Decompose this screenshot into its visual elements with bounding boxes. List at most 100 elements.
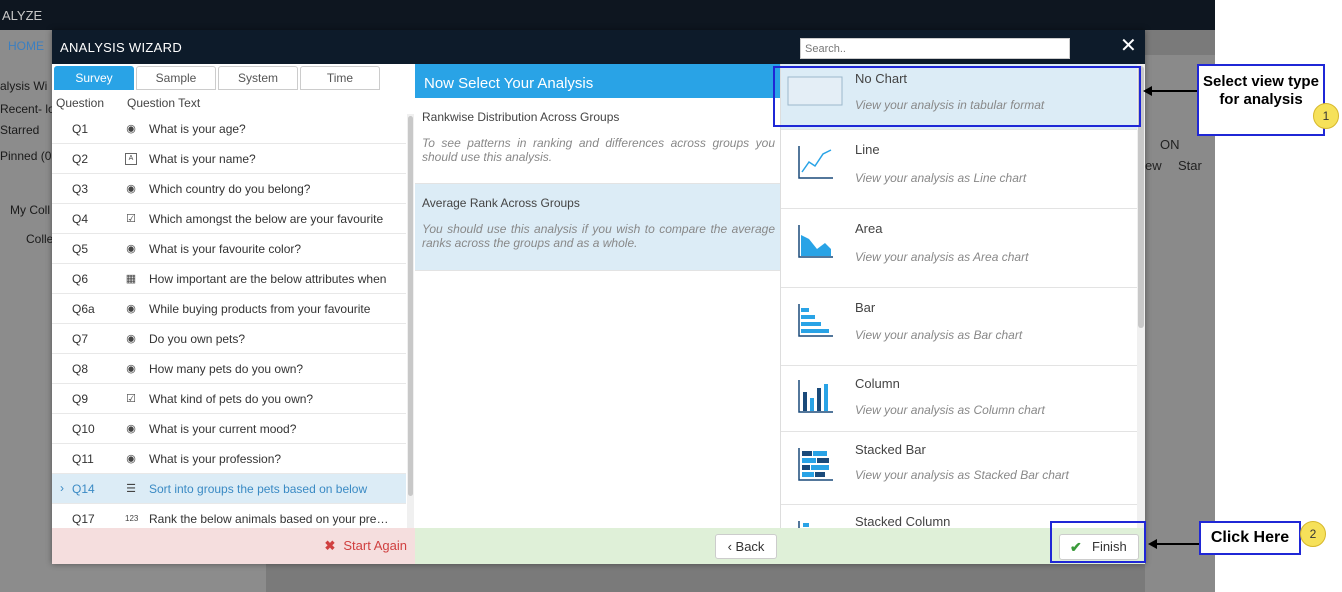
analysis-panel: Now Select Your Analysis Rankwise Distri… (415, 64, 780, 528)
view-type-bar[interactable]: Bar View your analysis as Bar chart (781, 288, 1137, 366)
view-type-line[interactable]: Line View your analysis as Line chart (781, 130, 1137, 209)
view-type-scrollbar[interactable] (1137, 64, 1145, 528)
sidebar-starred[interactable]: Starred (0, 123, 39, 137)
question-row-q6[interactable]: Q6 ▦ How important are the below attribu… (52, 264, 406, 294)
tab-survey[interactable]: Survey (54, 66, 134, 90)
view-type-area[interactable]: Area View your analysis as Area chart (781, 209, 1137, 288)
sidebar-pinned[interactable]: Pinned (0 (0, 149, 51, 163)
area-chart-icon (798, 225, 833, 258)
question-text: Which country do you belong? (149, 182, 311, 196)
question-id: Q8 (72, 362, 89, 376)
toolbar-view-label: ew (1145, 158, 1162, 173)
view-type-desc: View your analysis as Area chart (855, 250, 1029, 264)
question-row-q10[interactable]: Q10 ◉ What is your current mood? (52, 414, 406, 444)
analysis-option-title: Average Rank Across Groups (422, 196, 580, 210)
tab-sample[interactable]: Sample (136, 66, 216, 90)
callout-select-view-type: Select view type for analysis (1197, 64, 1325, 136)
analysis-option-rankwise[interactable]: Rankwise Distribution Across Groups To s… (415, 98, 780, 184)
search-input[interactable] (800, 38, 1070, 59)
question-id: Q3 (72, 182, 89, 196)
question-list-scrollbar[interactable] (407, 114, 414, 528)
checkbox-icon: ☑ (126, 213, 136, 225)
view-type-desc: View your analysis as Stacked Bar chart (855, 468, 1069, 482)
question-id: Q5 (72, 242, 89, 256)
sidebar-my-collections[interactable]: My Coll (10, 203, 50, 217)
question-id: Q4 (72, 212, 89, 226)
callout-arrow-1 (1150, 90, 1197, 92)
view-type-column[interactable]: Column View your analysis as Column char… (781, 366, 1137, 432)
stacked-bar-chart-icon (798, 448, 833, 481)
callout-arrow-2 (1155, 543, 1200, 545)
close-icon[interactable]: ✕ (1120, 36, 1137, 56)
question-list: Q1 ◉ What is your age? Q2 A What is your… (52, 114, 406, 528)
tab-time[interactable]: Time (300, 66, 380, 90)
text-icon: A (125, 153, 137, 165)
view-type-list: No Chart View your analysis in tabular f… (780, 64, 1137, 528)
radio-icon: ◉ (126, 183, 136, 195)
question-row-q7[interactable]: Q7 ◉ Do you own pets? (52, 324, 406, 354)
question-row-q1[interactable]: Q1 ◉ What is your age? (52, 114, 406, 144)
analysis-heading: Now Select Your Analysis (424, 75, 594, 92)
question-row-q3[interactable]: Q3 ◉ Which country do you belong? (52, 174, 406, 204)
view-type-name: Stacked Bar (855, 442, 926, 457)
question-id: Q14 (72, 482, 95, 496)
question-text: What is your age? (149, 122, 246, 136)
sidebar-recent[interactable]: Recent- lo (0, 102, 55, 116)
back-label: Back (735, 539, 765, 554)
question-id: Q6 (72, 272, 89, 286)
question-row-q9[interactable]: Q9 ☑ What kind of pets do you own? (52, 384, 406, 414)
step-badge-2: 2 (1300, 521, 1326, 547)
view-type-name: Line (855, 142, 880, 157)
question-text: What is your favourite color? (149, 242, 302, 256)
chevron-right-icon: › (60, 481, 64, 495)
finish-highlight (1050, 521, 1146, 563)
question-row-q14[interactable]: › Q14 ☰ Sort into groups the pets based … (52, 474, 406, 504)
question-row-q5[interactable]: Q5 ◉ What is your favourite color? (52, 234, 406, 264)
tab-system[interactable]: System (218, 66, 298, 90)
question-text: What kind of pets do you own? (149, 392, 314, 406)
app-topbar: ALYZE (0, 0, 1215, 30)
question-text: Sort into groups the pets based on below (149, 482, 368, 496)
source-tabs: Survey Sample System Time (52, 64, 415, 92)
radio-icon: ◉ (126, 243, 136, 255)
question-id: Q11 (72, 452, 94, 466)
start-again-bar: ✖ Start Again (52, 528, 415, 564)
view-type-desc: View your analysis as Line chart (855, 171, 1027, 185)
sidebar-home[interactable]: HOME (8, 39, 44, 53)
column-chart-icon (798, 380, 833, 413)
checkbox-icon: ☑ (126, 393, 136, 405)
step-badge-1: 1 (1313, 103, 1339, 129)
question-id: Q2 (72, 152, 89, 166)
view-type-name: Stacked Column (855, 514, 951, 528)
question-text: What is your name? (149, 152, 256, 166)
question-row-q4[interactable]: Q4 ☑ Which amongst the below are your fa… (52, 204, 406, 234)
back-button[interactable]: ‹ Back (715, 534, 777, 559)
arrow-head-icon (1143, 86, 1152, 96)
question-text: How important are the below attributes w… (149, 272, 387, 286)
question-row-q11[interactable]: Q11 ◉ What is your profession? (52, 444, 406, 474)
question-text: Which amongst the below are your favouri… (149, 212, 384, 226)
radio-icon: ◉ (126, 453, 136, 465)
analysis-option-average-rank[interactable]: Average Rank Across Groups You should us… (415, 184, 780, 271)
sidebar-analysis-wizard[interactable]: alysis Wi (0, 79, 47, 93)
view-type-desc: View your analysis as Bar chart (855, 328, 1023, 342)
radio-icon: ◉ (126, 123, 136, 135)
question-row-q8[interactable]: Q8 ◉ How many pets do you own? (52, 354, 406, 384)
close-icon: ✖ (324, 538, 336, 553)
grid-icon: ▦ (125, 273, 137, 285)
scrollbar-thumb[interactable] (408, 116, 413, 496)
question-row-q17[interactable]: Q17 123 Rank the below animals based on … (52, 504, 406, 528)
question-text: While buying products from your favourit… (149, 302, 371, 316)
radio-icon: ◉ (126, 423, 136, 435)
question-row-q2[interactable]: Q2 A What is your name? (52, 144, 406, 174)
view-type-stacked-bar[interactable]: Stacked Bar View your analysis as Stacke… (781, 432, 1137, 505)
start-again-button[interactable]: ✖ Start Again (324, 538, 407, 554)
view-type-name: Bar (855, 300, 876, 315)
view-type-desc: View your analysis as Column chart (855, 403, 1045, 417)
question-row-q6a[interactable]: Q6a ◉ While buying products from your fa… (52, 294, 406, 324)
question-id: Q9 (72, 392, 89, 406)
sidebar-collections[interactable]: Colle (26, 232, 53, 246)
chevron-left-icon: ‹ (727, 539, 732, 554)
analysis-footer: ‹ Back (415, 528, 780, 564)
stacked-column-chart-icon (798, 521, 809, 528)
